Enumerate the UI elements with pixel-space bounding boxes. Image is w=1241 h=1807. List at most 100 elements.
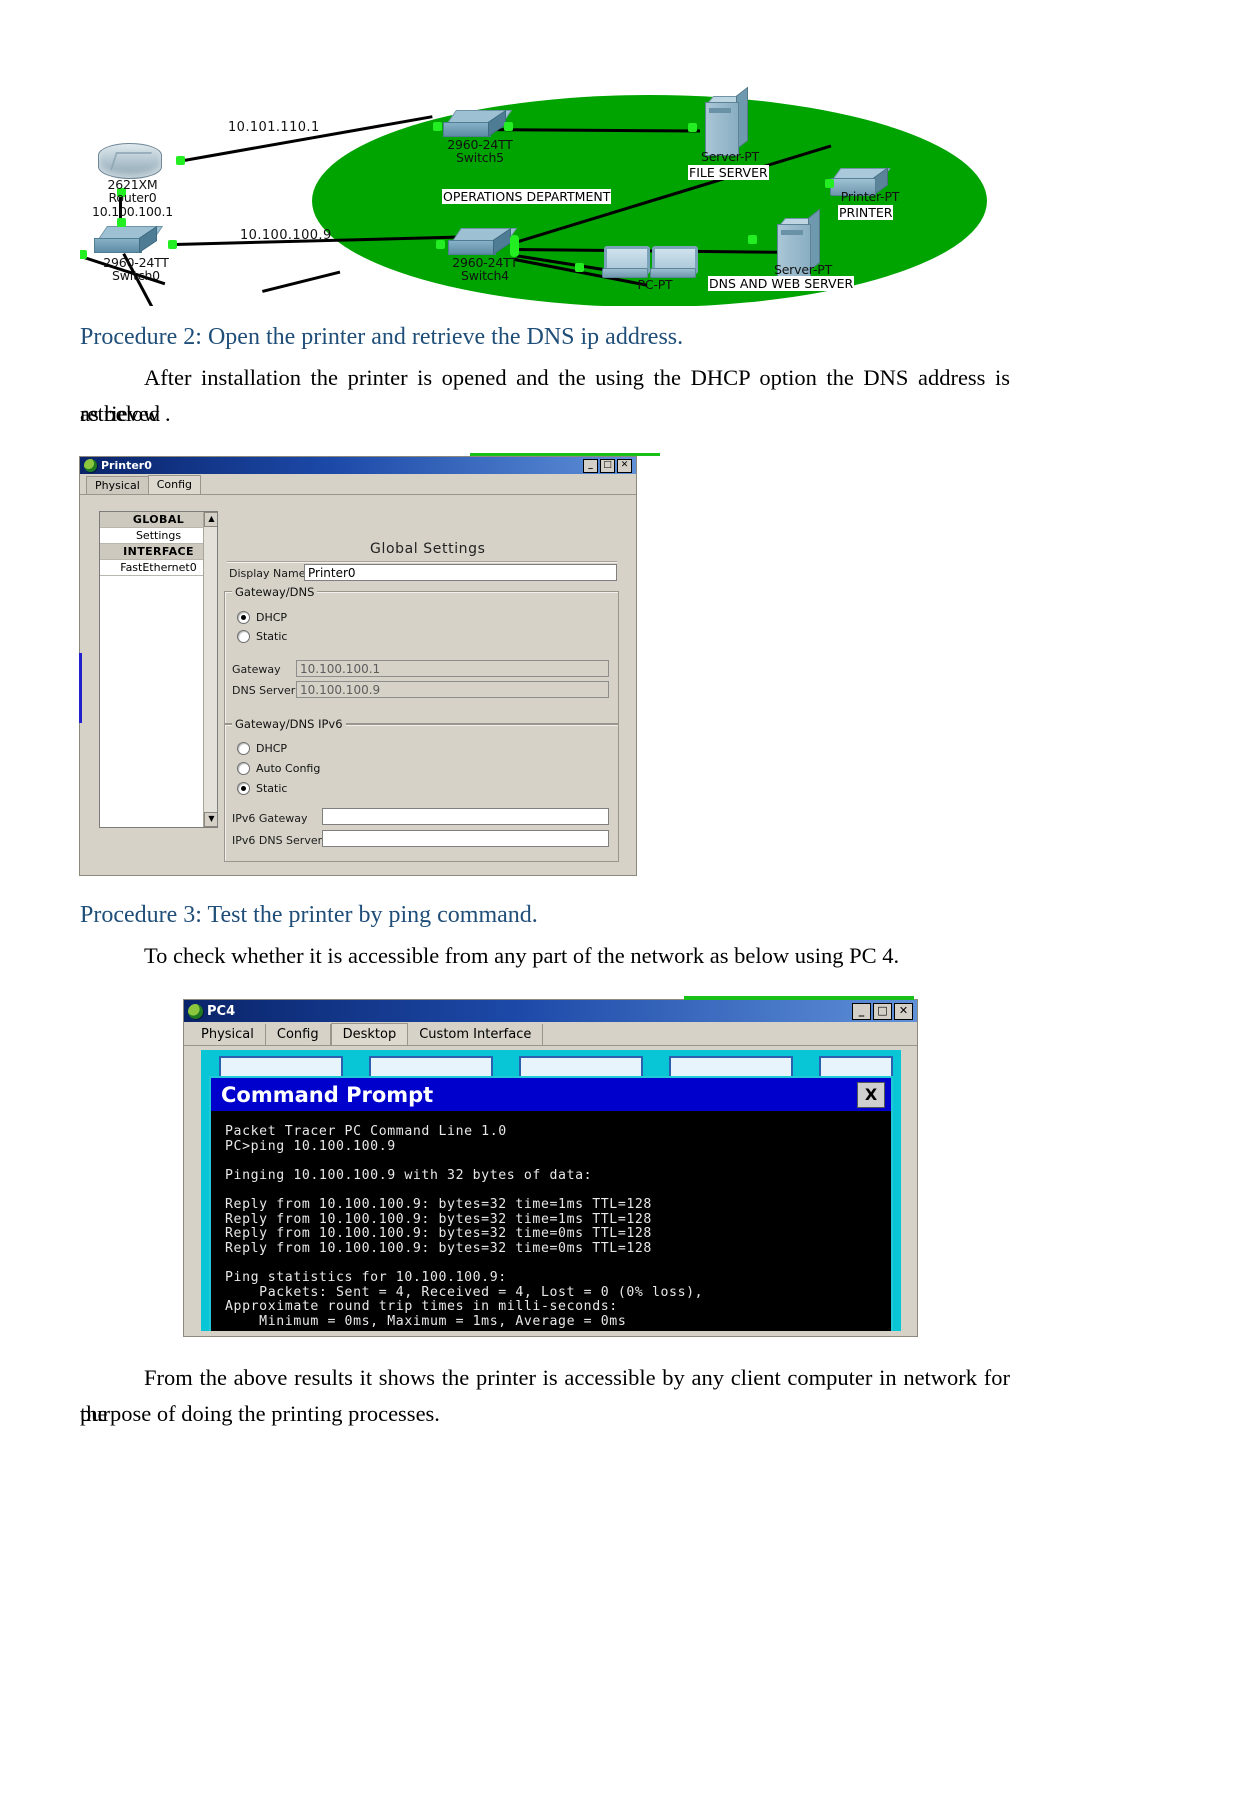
gateway-input[interactable]: 10.100.100.1: [296, 660, 609, 677]
ipv6-auto-config-label[interactable]: Auto Config: [256, 762, 320, 775]
scroll-up-arrow-icon[interactable]: ▲: [204, 512, 217, 527]
procedure-2-body-line2: as below .: [80, 401, 171, 426]
ipv6-dhcp-label[interactable]: DHCP: [256, 742, 287, 755]
tab-config[interactable]: Config: [147, 475, 202, 494]
config-sidebar[interactable]: GLOBAL Settings INTERFACE FastEthernet0 …: [99, 511, 218, 828]
network-topology-diagram: 2621XM Router0 10.100.100.1 2960-24TT Switc…: [80, 78, 1020, 306]
device-label-printer: PRINTER: [838, 205, 894, 220]
pc4-window[interactable]: PC4 _ □ ✕ Physical Config Desktop Custom…: [183, 996, 918, 1337]
gateway-dhcp-label[interactable]: DHCP: [256, 611, 287, 624]
pc4-desktop-area: Command Prompt X Packet Tracer PC Comman…: [201, 1050, 901, 1331]
command-prompt-window[interactable]: Command Prompt X Packet Tracer PC Comman…: [209, 1076, 893, 1331]
tab-custom-interface[interactable]: Custom Interface: [408, 1024, 544, 1045]
pc4-page-artifact-green: [684, 996, 914, 1000]
maximize-icon[interactable]: □: [600, 458, 615, 473]
minimize-icon[interactable]: _: [852, 1002, 871, 1020]
scroll-down-arrow-icon[interactable]: ▼: [204, 812, 217, 827]
tab-physical[interactable]: Physical: [190, 1024, 266, 1045]
port-switch0-up: [117, 218, 126, 227]
device-router0: [98, 143, 162, 179]
procedure-2-heading: Procedure 2: Open the printer and retrie…: [80, 324, 684, 350]
sidebar-scrollbar[interactable]: ▲ ▼: [203, 512, 217, 827]
gateway-static-radio[interactable]: [237, 630, 250, 643]
link-label-10-101-110-1: 10.101.110.1: [228, 120, 320, 135]
sidebar-item-settings[interactable]: Settings: [100, 528, 217, 544]
document-page: 2621XM Router0 10.100.100.1 2960-24TT Switc…: [0, 0, 1241, 1807]
command-prompt-close-icon[interactable]: X: [857, 1081, 885, 1108]
sidebar-item-fastethernet0[interactable]: FastEthernet0: [100, 560, 217, 576]
ipv6-gateway-label: IPv6 Gateway: [232, 812, 308, 825]
page-artifact-blue: [79, 653, 82, 723]
ipv6-static-label[interactable]: Static: [256, 782, 287, 795]
port-dns-web-server: [748, 235, 757, 244]
ipv6-gateway-input[interactable]: [322, 808, 609, 825]
pc4-tabbar[interactable]: Physical Config Desktop Custom Interface: [184, 1022, 917, 1046]
tab-config[interactable]: Config: [266, 1024, 331, 1045]
window-controls[interactable]: _ □ ✕: [583, 458, 634, 473]
cloud-label: OPERATIONS DEPARTMENT: [442, 189, 612, 204]
display-name-input[interactable]: Printer0: [304, 564, 617, 581]
minimize-icon[interactable]: _: [583, 458, 598, 473]
command-prompt-titlebar[interactable]: Command Prompt X: [211, 1078, 891, 1111]
close-icon[interactable]: ✕: [894, 1002, 913, 1020]
ipv6-dns-server-input[interactable]: [322, 830, 609, 847]
close-icon[interactable]: ✕: [617, 458, 632, 473]
port-switch5-right: [504, 122, 513, 131]
dns-server-input[interactable]: 10.100.100.9: [296, 681, 609, 698]
device-label-switch0: 2960-24TT Switch0: [103, 255, 169, 284]
command-prompt-output: Packet Tracer PC Command Line 1.0 PC>pin…: [225, 1124, 704, 1329]
pc4-window-title: PC4: [207, 1003, 236, 1019]
ipv6-static-radio[interactable]: [237, 782, 250, 795]
device-label-switch5: 2960-24TT Switch5: [447, 137, 513, 166]
device-label-file-server-model: Server-PT: [700, 149, 760, 164]
ipv6-dns-server-label: IPv6 DNS Server: [232, 834, 323, 847]
device-file-server: [705, 86, 748, 156]
device-pc-a: [602, 246, 650, 280]
page-artifact-green: [470, 453, 660, 456]
tab-physical[interactable]: Physical: [86, 476, 149, 494]
printer0-tabbar[interactable]: Physical Config: [80, 474, 636, 495]
pc4-titlebar[interactable]: PC4 _ □ ✕: [184, 1000, 917, 1022]
display-name-label: Display Name: [229, 567, 306, 580]
port-pc-a: [575, 263, 584, 272]
dns-server-label: DNS Server: [232, 684, 296, 697]
port-switch4-left: [436, 240, 445, 249]
link-label-10-100-100-9: 10.100.100.9: [240, 228, 332, 243]
device-label-printer-model: Printer-PT: [840, 189, 900, 204]
gateway-label: Gateway: [232, 663, 281, 676]
printer0-titlebar[interactable]: Printer0 _ □ ✕: [80, 457, 636, 474]
device-label-file-server: FILE SERVER: [688, 165, 769, 180]
gateway-static-label[interactable]: Static: [256, 630, 287, 643]
pc4-window-controls[interactable]: _ □ ✕: [852, 1002, 915, 1020]
tab-desktop[interactable]: Desktop: [330, 1023, 409, 1045]
port-router0-fa0: [176, 156, 185, 165]
panel-title-global-settings: Global Settings: [370, 541, 486, 557]
printer0-window-title: Printer0: [101, 459, 152, 472]
device-label-dns-web-server: DNS AND WEB SERVER: [708, 276, 855, 291]
maximize-icon[interactable]: □: [873, 1002, 892, 1020]
procedure-3-heading: Procedure 3: Test the printer by ping co…: [80, 902, 538, 928]
panel-separator-top: [227, 561, 617, 563]
port-switch5-left: [433, 122, 442, 131]
link-switch0-right: [262, 270, 341, 293]
printer0-window[interactable]: Printer0 _ □ ✕ Physical Config GLOBAL Se…: [79, 453, 660, 876]
device-pc-b: [650, 246, 698, 280]
port-switch0-right: [168, 240, 177, 249]
sidebar-item-interface[interactable]: INTERFACE: [100, 544, 217, 560]
port-file-server: [688, 123, 697, 132]
gateway-dns-group-title: Gateway/DNS: [232, 585, 318, 599]
sidebar-item-global[interactable]: GLOBAL: [100, 512, 217, 528]
ipv6-dhcp-radio[interactable]: [237, 742, 250, 755]
packet-tracer-icon: [188, 1003, 203, 1019]
device-switch0: [94, 225, 164, 253]
command-prompt-title: Command Prompt: [221, 1082, 434, 1107]
closing-paragraph-line2: purpose of doing the printing processes.: [80, 1401, 440, 1426]
ipv6-auto-config-radio[interactable]: [237, 762, 250, 775]
device-label-pc: PC-PT: [637, 277, 673, 292]
device-switch5: [443, 109, 513, 137]
device-label-switch4: 2960-24TT Switch4: [452, 255, 518, 284]
gateway-dhcp-radio[interactable]: [237, 611, 250, 624]
device-switch4: [448, 227, 518, 255]
gateway-dns-ipv6-group-title: Gateway/DNS IPv6: [232, 717, 346, 731]
port-switch4-trunk: [510, 235, 519, 257]
